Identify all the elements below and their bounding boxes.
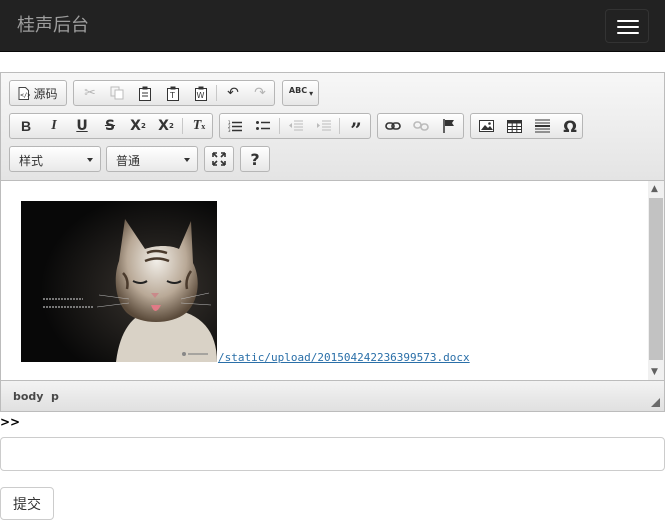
link-icon[interactable]	[379, 114, 407, 138]
style-dropdown-label: 样式	[19, 154, 44, 168]
undo-icon[interactable]: ↶	[219, 81, 247, 105]
subscript-icon[interactable]: X2	[124, 114, 152, 138]
toolbar-separator	[339, 118, 340, 134]
rich-text-editor: </> 源码 ✂ T W ↶ ↷ ABC ▾ B I U S X 2 X 2 T…	[0, 72, 665, 412]
maximize-icon[interactable]	[205, 147, 233, 171]
cut-icon[interactable]: ✂	[76, 81, 104, 105]
paragraph-group: 123 ”	[219, 113, 371, 140]
vertical-scrollbar[interactable]: ▲ ▼	[648, 181, 664, 380]
path-item-p[interactable]: p	[51, 390, 59, 403]
remove-format-icon[interactable]: Tx	[185, 114, 213, 138]
clipboard-group: ✂ T W ↶ ↷	[73, 80, 275, 106]
bulleted-list-icon[interactable]	[249, 114, 277, 138]
format-dropdown-label: 普通	[116, 154, 141, 168]
table-icon[interactable]	[500, 114, 528, 138]
cat-photo[interactable]	[21, 201, 217, 362]
toolbar-separator	[279, 118, 280, 134]
decrease-indent-icon[interactable]	[282, 114, 310, 138]
spellcheck-icon[interactable]: ABC ▾	[285, 81, 317, 105]
resize-handle-icon[interactable]	[651, 398, 660, 407]
source-doc-icon: </>	[18, 86, 31, 100]
maximize-group	[204, 146, 234, 172]
spellcheck-group: ABC ▾	[282, 80, 319, 106]
menu-toggle-button[interactable]	[605, 9, 649, 43]
editor-content-area[interactable]: /static/upload/201504242236399573.docx ▲…	[1, 181, 664, 380]
blockquote-icon[interactable]: ”	[342, 114, 370, 140]
underline-icon[interactable]: U	[68, 114, 96, 138]
superscript-icon[interactable]: X2	[152, 114, 180, 138]
increase-indent-icon[interactable]	[310, 114, 338, 138]
bold-icon[interactable]: B	[12, 114, 40, 138]
scroll-up-icon[interactable]: ▲	[651, 184, 658, 194]
redo-icon[interactable]: ↷	[246, 81, 274, 105]
format-dropdown[interactable]: 普通	[106, 146, 198, 172]
scrollbar-thumb[interactable]	[649, 198, 663, 360]
horizontal-rule-icon[interactable]	[528, 114, 556, 138]
editor-toolbar: </> 源码 ✂ T W ↶ ↷ ABC ▾ B I U S X 2 X 2 T…	[1, 73, 664, 181]
italic-icon[interactable]: I	[40, 114, 68, 138]
svg-text:3: 3	[228, 128, 231, 132]
help-group: ?	[240, 146, 270, 172]
svg-text:T: T	[169, 91, 175, 100]
text-input[interactable]	[0, 437, 665, 471]
paste-word-icon[interactable]: W	[187, 81, 215, 105]
top-navbar: 桂声后台	[0, 0, 665, 52]
editor-status-bar: body p	[1, 380, 664, 411]
hamburger-icon	[617, 26, 639, 28]
chevron-down-icon	[87, 158, 93, 162]
strikethrough-icon[interactable]: S	[96, 114, 124, 138]
hamburger-icon	[617, 20, 639, 22]
hamburger-icon	[617, 32, 639, 34]
copy-icon[interactable]	[103, 81, 131, 105]
svg-text:W: W	[197, 91, 205, 100]
brand-title[interactable]: 桂声后台	[17, 15, 89, 37]
source-button-label: 源码	[33, 86, 58, 101]
source-button[interactable]: </> 源码	[10, 81, 66, 105]
submit-button[interactable]: 提交	[0, 487, 54, 520]
anchor-flag-icon[interactable]	[435, 114, 463, 138]
toolbar-separator	[182, 118, 183, 134]
help-button[interactable]: ?	[241, 147, 269, 171]
paste-icon[interactable]	[131, 81, 159, 105]
image-icon[interactable]	[472, 114, 500, 138]
numbered-list-icon[interactable]: 123	[221, 114, 249, 138]
paste-text-icon[interactable]: T	[159, 81, 187, 105]
format-group: B I U S X2 X2 Tx	[9, 113, 213, 139]
chevron-down-icon	[184, 158, 190, 162]
unlink-icon[interactable]	[407, 114, 435, 138]
style-dropdown[interactable]: 样式	[9, 146, 101, 172]
uploaded-doc-link[interactable]: /static/upload/201504242236399573.docx	[218, 351, 470, 364]
svg-text:</>: </>	[21, 92, 31, 99]
marker-text: >>	[0, 415, 21, 429]
toolbar-separator	[216, 85, 217, 101]
link-group	[377, 113, 464, 139]
insert-group: Ω	[470, 113, 583, 139]
path-item-body[interactable]: body	[13, 390, 43, 403]
scroll-down-icon[interactable]: ▼	[651, 367, 658, 377]
special-char-icon[interactable]: Ω	[556, 114, 584, 138]
source-group: </> 源码	[9, 80, 67, 106]
